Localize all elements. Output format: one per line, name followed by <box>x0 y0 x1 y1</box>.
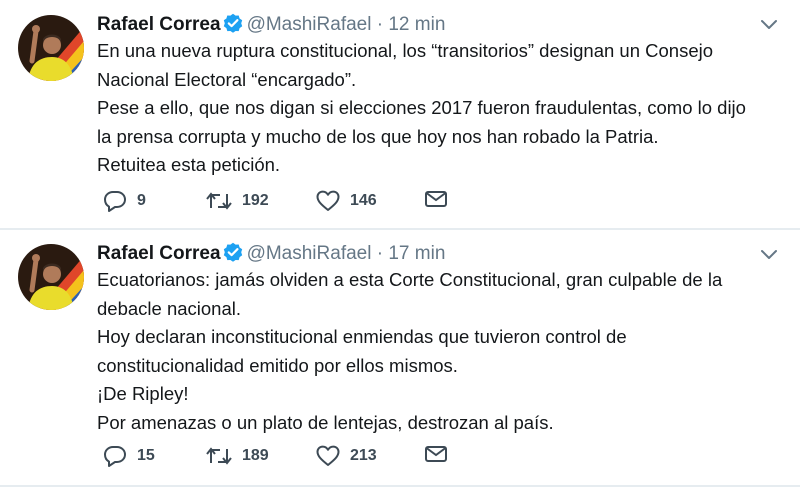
tweet-text-line: Pese a ello, que nos digan si elecciones… <box>97 97 746 118</box>
retweet-count: 192 <box>242 192 269 209</box>
tweet-text-line: ¡De Ripley! <box>97 383 189 404</box>
verified-badge-icon <box>223 13 243 39</box>
tweet-text-line: En una nueva ruptura constitucional, los… <box>97 40 714 61</box>
chevron-down-icon[interactable] <box>760 18 778 30</box>
avatar[interactable] <box>18 15 84 81</box>
tweet-text-line: Ecuatorianos: jamás olviden a esta Corte… <box>97 269 723 290</box>
heart-icon <box>316 445 340 466</box>
tweet-text: Ecuatorianos: jamás olviden a esta Corte… <box>97 266 780 437</box>
tweet-text-line: la prensa corrupta y mucho de los que ho… <box>97 125 659 147</box>
heart-icon <box>316 190 340 211</box>
envelope-icon <box>425 446 447 462</box>
reply-count: 15 <box>137 447 155 464</box>
retweet-button[interactable]: 189 <box>206 445 269 467</box>
reply-icon <box>104 191 126 212</box>
reply-button[interactable]: 15 <box>103 445 155 467</box>
author-name[interactable]: Rafael Correa <box>97 243 221 264</box>
direct-message-button[interactable] <box>425 190 447 208</box>
header-separator: · <box>376 14 384 35</box>
envelope-icon <box>425 191 447 207</box>
tweet[interactable]: Rafael Correa @MashiRafael · 12 min En un… <box>0 0 800 228</box>
author-name[interactable]: Rafael Correa <box>97 14 221 35</box>
avatar[interactable] <box>18 244 84 310</box>
timestamp[interactable]: 17 min <box>388 243 445 264</box>
reply-button[interactable]: 9 <box>103 190 146 212</box>
tweet-header: Rafael Correa @MashiRafael · 17 min <box>97 242 445 268</box>
tweet[interactable]: Rafael Correa @MashiRafael · 17 min Ecuat… <box>0 230 800 487</box>
retweet-button[interactable]: 192 <box>206 190 269 212</box>
tweet-text: En una nueva ruptura constitucional, los… <box>97 37 780 180</box>
chevron-down-icon[interactable] <box>760 248 778 260</box>
avatar-image <box>18 15 84 81</box>
tweet-text-line: constitucionalidad emitido por ellos mis… <box>97 354 458 376</box>
like-count: 213 <box>350 447 377 464</box>
author-handle[interactable]: @MashiRafael <box>247 14 372 35</box>
verified-badge-icon <box>223 242 243 268</box>
like-button[interactable]: 213 <box>316 445 377 467</box>
direct-message-button[interactable] <box>425 445 447 463</box>
reply-icon <box>104 446 126 467</box>
author-handle[interactable]: @MashiRafael <box>247 243 372 264</box>
tweet-header: Rafael Correa @MashiRafael · 12 min <box>97 13 445 39</box>
tweet-text-line: Retuitea esta petición. <box>97 154 281 175</box>
tweet-text-line: Hoy declaran inconstitucional enmiendas … <box>97 326 627 347</box>
tweet-text-line: Nacional Electoral “encargado”. <box>97 68 357 90</box>
tweet-text-line: Por amenazas o un plato de lentejas, des… <box>97 411 554 433</box>
retweet-icon <box>206 192 232 210</box>
retweet-count: 189 <box>242 447 269 464</box>
tweet-text-line: debacle nacional. <box>97 297 241 319</box>
retweet-icon <box>206 447 232 465</box>
like-count: 146 <box>350 192 377 209</box>
header-separator: · <box>376 243 384 264</box>
like-button[interactable]: 146 <box>316 190 377 212</box>
avatar-image <box>18 244 84 310</box>
timestamp[interactable]: 12 min <box>388 14 445 35</box>
reply-count: 9 <box>137 192 146 209</box>
